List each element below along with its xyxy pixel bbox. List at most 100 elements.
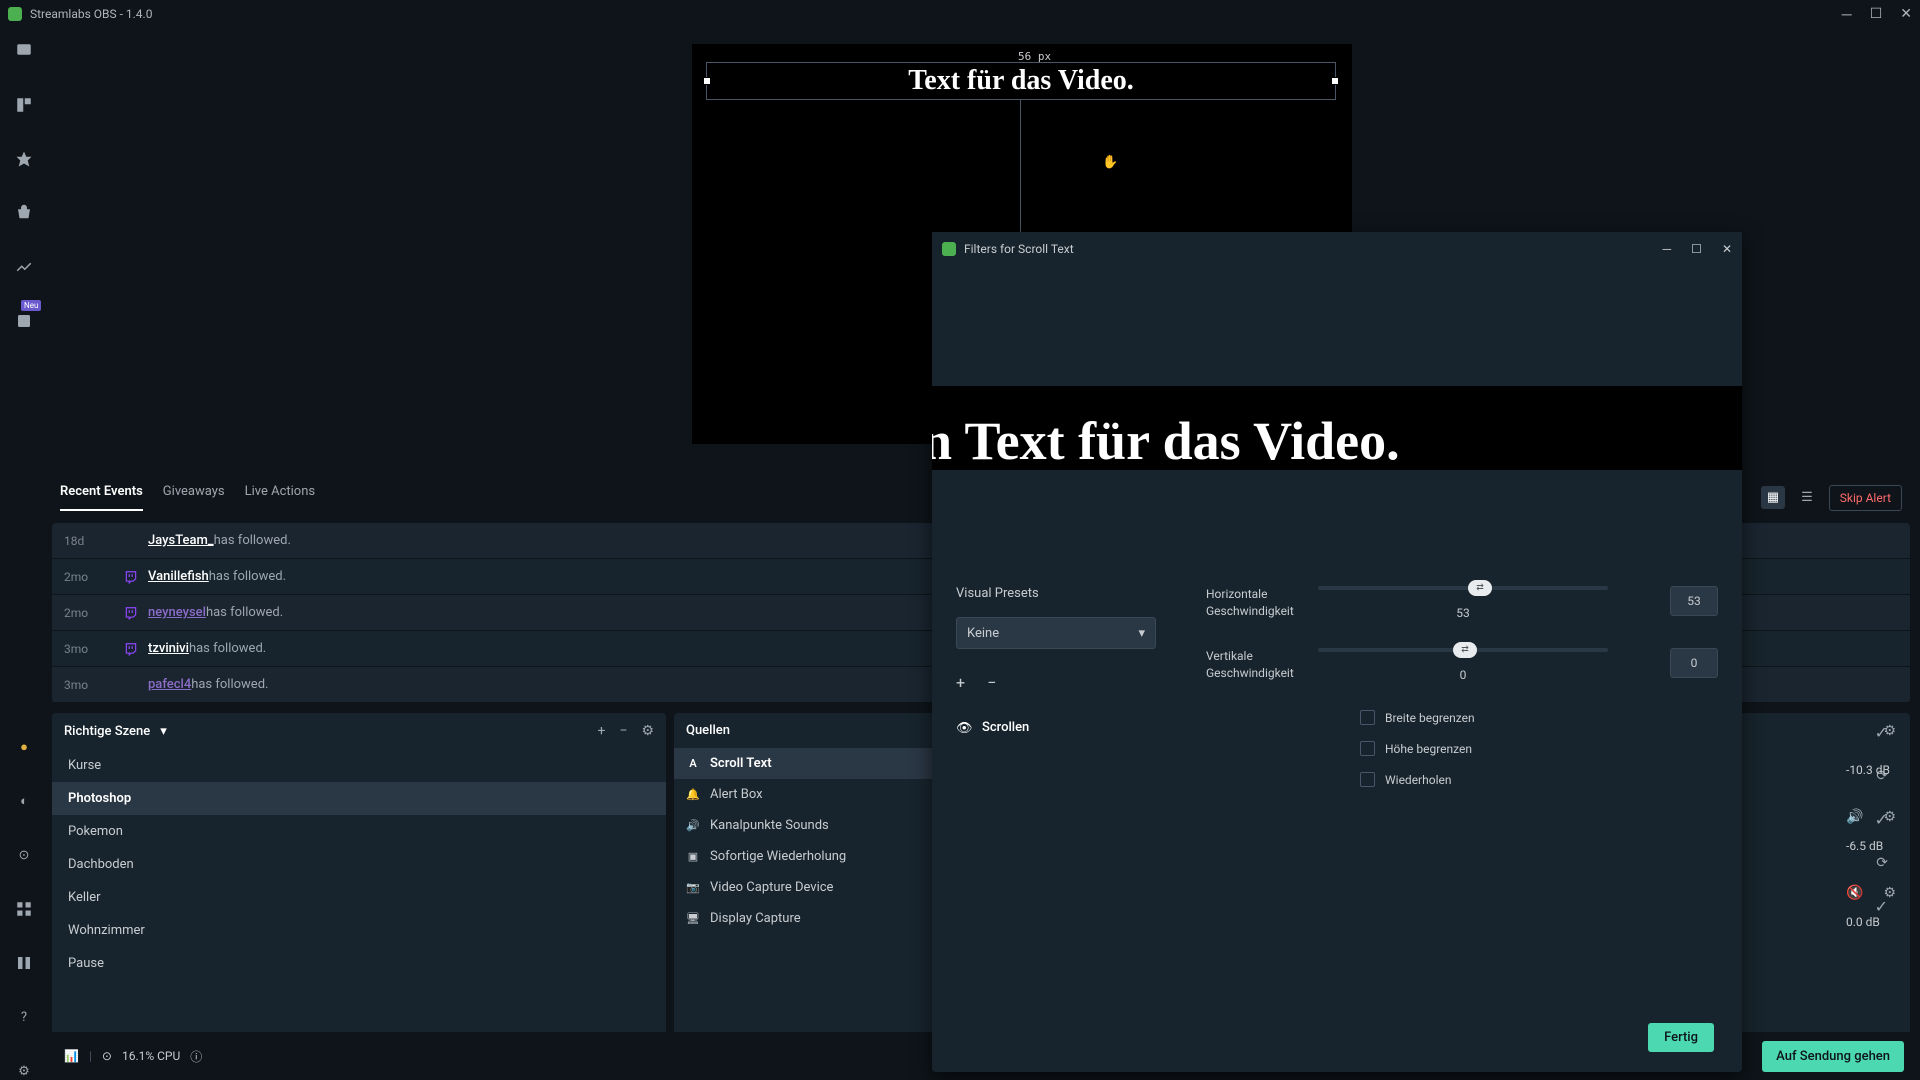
mute-icon-1[interactable]: 🔊 xyxy=(1846,809,1863,825)
event-action: has followed. xyxy=(206,605,283,620)
source-text: Text für das Video. xyxy=(908,65,1134,97)
v-speed-slider[interactable] xyxy=(1318,648,1608,652)
scene-list: KursePhotoshopPokemonDachbodenKellerWohn… xyxy=(52,749,666,1080)
view-list-button[interactable]: ☰ xyxy=(1795,486,1819,509)
source-label: Sofortige Wiederholung xyxy=(710,849,846,864)
limit-width-label: Breite begrenzen xyxy=(1385,711,1475,725)
scene-item[interactable]: Pause xyxy=(52,947,666,980)
remove-filter-button[interactable]: − xyxy=(987,673,996,692)
repeat-label: Wiederholen xyxy=(1385,773,1452,787)
studio-mode-icon[interactable] xyxy=(15,954,33,972)
source-label: Display Capture xyxy=(710,911,801,926)
twitch-icon xyxy=(124,642,138,656)
v-speed-thumb[interactable] xyxy=(1453,642,1477,658)
h-speed-label: Horizontale Geschwindigkeit xyxy=(1206,586,1306,620)
hand-cursor-icon: ✋ xyxy=(1102,155,1118,170)
remove-scene-button[interactable]: − xyxy=(619,723,627,739)
scene-item[interactable]: Pokemon xyxy=(52,815,666,848)
help-icon[interactable]: ? xyxy=(15,1008,33,1026)
source-item[interactable]: 🔊 Kanalpunkte Sounds xyxy=(674,810,934,841)
scene-item[interactable]: Dachboden xyxy=(52,848,666,881)
source-type-icon: 🖥 xyxy=(686,912,700,926)
layout-icon[interactable] xyxy=(15,96,33,114)
source-item[interactable]: AScroll Text xyxy=(674,748,934,779)
minimize-button[interactable]: ─ xyxy=(1842,6,1852,23)
limit-height-checkbox[interactable] xyxy=(1360,741,1375,756)
close-button[interactable]: ✕ xyxy=(1900,6,1912,23)
scene-settings-button[interactable]: ⚙ xyxy=(641,723,654,739)
dashboard-icon[interactable] xyxy=(15,258,33,276)
scene-item[interactable]: Wohnzimmer xyxy=(52,914,666,947)
event-time: 18d xyxy=(64,534,124,548)
source-label: Video Capture Device xyxy=(710,880,833,895)
source-item[interactable]: ▣ Sofortige Wiederholung xyxy=(674,841,934,872)
scene-collection-dropdown[interactable]: Richtige Szene ▾ xyxy=(64,724,167,739)
info-icon[interactable]: ⓘ xyxy=(190,1048,202,1065)
add-scene-button[interactable]: + xyxy=(597,723,605,739)
highlighter-icon[interactable] xyxy=(15,312,33,330)
grid-icon[interactable] xyxy=(15,900,33,918)
dialog-maximize-button[interactable]: ☐ xyxy=(1691,242,1702,256)
h-speed-input[interactable] xyxy=(1670,586,1718,616)
themes-icon[interactable] xyxy=(15,150,33,168)
scene-item[interactable]: Keller xyxy=(52,881,666,914)
track-settings-1[interactable]: ⚙ xyxy=(1883,809,1896,825)
record-status-icon[interactable]: ● xyxy=(15,738,33,756)
source-list: AScroll Text🔔Alert Box 🔊 Kanalpunkte Sound… xyxy=(674,748,934,1080)
search-icon[interactable]: ⊙ xyxy=(15,846,33,864)
limit-width-checkbox[interactable] xyxy=(1360,710,1375,725)
event-time: 2mo xyxy=(64,570,124,584)
source-label: Kanalpunkte Sounds xyxy=(710,818,829,833)
selected-source-bounds[interactable]: Text für das Video. xyxy=(706,62,1336,100)
filter-item-scroll[interactable]: 👁 Scrollen xyxy=(956,720,1176,735)
dialog-title: Filters for Scroll Text xyxy=(964,242,1074,256)
source-type-icon: ▣ xyxy=(686,850,700,864)
repeat-checkbox[interactable] xyxy=(1360,772,1375,787)
event-user[interactable]: neyneysel xyxy=(148,605,206,620)
chevron-down-icon: ▾ xyxy=(160,724,167,739)
done-button[interactable]: Fertig xyxy=(1648,1023,1714,1052)
mixer-settings-button[interactable]: ⚙ xyxy=(1883,723,1896,739)
event-user[interactable]: Vanillefish xyxy=(148,569,209,584)
h-speed-thumb[interactable] xyxy=(1468,580,1492,596)
stats-icon[interactable]: 📊 xyxy=(64,1049,79,1063)
skip-alert-button[interactable]: Skip Alert xyxy=(1829,485,1902,511)
go-live-button[interactable]: Auf Sendung gehen xyxy=(1762,1041,1904,1072)
store-icon[interactable] xyxy=(15,204,33,222)
source-type-icon: 🔊 xyxy=(686,819,700,833)
event-action: has followed. xyxy=(189,641,266,656)
tab-live-actions[interactable]: Live Actions xyxy=(245,484,316,511)
v-speed-input[interactable] xyxy=(1670,648,1718,678)
filter-name: Scrollen xyxy=(982,720,1029,735)
notifications-icon[interactable]: ◐ xyxy=(15,792,33,810)
track-settings-2[interactable]: ⚙ xyxy=(1883,885,1896,901)
source-item[interactable]: 🖥 Display Capture xyxy=(674,903,934,934)
event-user[interactable]: pafecl4 xyxy=(148,677,191,692)
maximize-button[interactable]: ☐ xyxy=(1870,6,1883,23)
scene-item[interactable]: Kurse xyxy=(52,749,666,782)
source-type-icon: 🔔 xyxy=(686,788,700,802)
source-item[interactable]: 🔔Alert Box xyxy=(674,779,934,810)
v-speed-label: Vertikale Geschwindigkeit xyxy=(1206,648,1306,682)
event-action: has followed. xyxy=(209,569,286,584)
tab-recent-events[interactable]: Recent Events xyxy=(60,484,143,511)
event-user[interactable]: tzvinivi xyxy=(148,641,189,656)
mute-icon-2[interactable]: 🔇 xyxy=(1846,885,1863,901)
app-icon xyxy=(8,7,22,21)
event-user[interactable]: JaysTeam_ xyxy=(148,533,214,548)
dialog-minimize-button[interactable]: ─ xyxy=(1663,242,1672,256)
editor-icon[interactable] xyxy=(15,42,33,60)
source-item[interactable]: 📷 Video Capture Device xyxy=(674,872,934,903)
view-grid-button[interactable]: ▦ xyxy=(1761,486,1785,509)
tab-giveaways[interactable]: Giveaways xyxy=(163,484,225,511)
add-filter-button[interactable]: + xyxy=(956,673,965,692)
h-speed-slider[interactable] xyxy=(1318,586,1608,590)
settings-icon[interactable]: ⚙ xyxy=(15,1062,33,1080)
dialog-titlebar[interactable]: Filters for Scroll Text ─ ☐ ✕ xyxy=(932,232,1742,266)
preset-select[interactable]: Keine ▾ xyxy=(956,617,1156,649)
sources-title: Quellen xyxy=(686,723,730,738)
scene-item[interactable]: Photoshop xyxy=(52,782,666,815)
dialog-close-button[interactable]: ✕ xyxy=(1722,242,1732,256)
visibility-icon[interactable]: 👁 xyxy=(956,721,970,735)
source-type-icon: 📷 xyxy=(686,881,700,895)
